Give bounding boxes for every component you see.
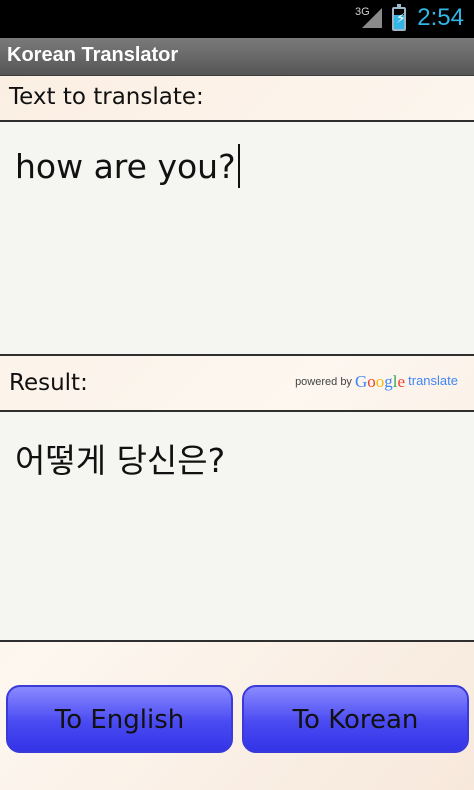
result-text-area: 어떻게 당신은? bbox=[0, 410, 474, 642]
google-logo: Google bbox=[355, 372, 406, 391]
to-korean-button[interactable]: To Korean bbox=[242, 685, 469, 753]
input-label-row: Text to translate: bbox=[0, 76, 474, 120]
to-english-button[interactable]: To English bbox=[6, 685, 233, 753]
result-label-row: Result: powered by Google translate bbox=[0, 356, 474, 410]
signal-icon bbox=[362, 8, 382, 28]
result-value: 어떻게 당신은? bbox=[15, 441, 226, 480]
google-translate-attribution: powered by Google translate bbox=[295, 372, 458, 392]
app-title-bar: Korean Translator bbox=[0, 38, 474, 76]
battery-icon: ⚡ bbox=[392, 4, 406, 31]
input-value: how are you? bbox=[15, 147, 236, 186]
input-text-area[interactable]: how are you? bbox=[0, 120, 474, 356]
text-cursor bbox=[237, 144, 240, 188]
app-title: Korean Translator bbox=[7, 44, 179, 66]
powered-by-text: powered by bbox=[295, 376, 352, 388]
status-bar: 3G ⚡ 2:54 bbox=[0, 0, 474, 38]
input-label: Text to translate: bbox=[9, 84, 204, 110]
result-label: Result: bbox=[9, 370, 88, 396]
translate-text: translate bbox=[408, 373, 458, 388]
status-clock: 2:54 bbox=[417, 4, 464, 31]
input-text: how are you? bbox=[15, 144, 240, 188]
